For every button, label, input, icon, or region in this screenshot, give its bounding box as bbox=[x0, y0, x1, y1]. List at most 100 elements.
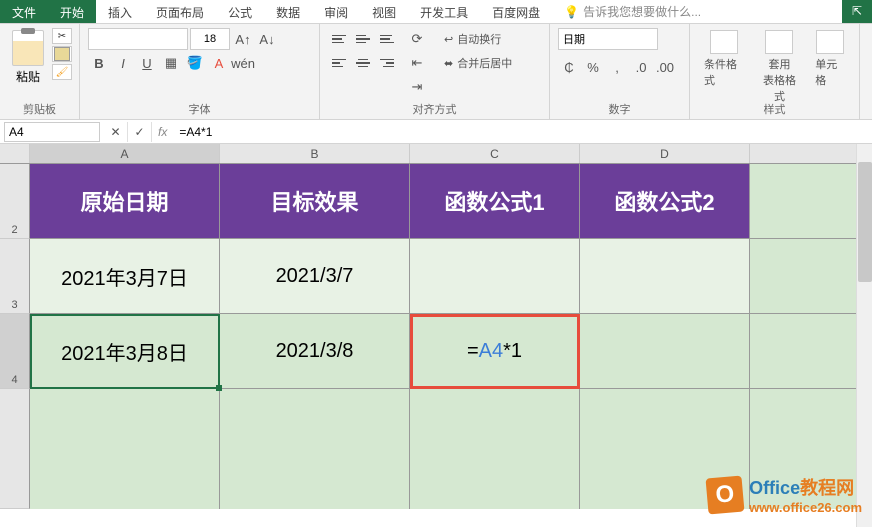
name-box[interactable] bbox=[4, 122, 100, 142]
scroll-thumb[interactable] bbox=[858, 162, 872, 282]
copy-icon bbox=[54, 47, 70, 61]
watermark-url: www.office26.com bbox=[749, 500, 862, 515]
cell-d2[interactable]: 函数公式2 bbox=[580, 164, 750, 239]
align-center-button[interactable] bbox=[352, 52, 374, 74]
table-format-button[interactable]: 套用 表格格式 bbox=[754, 28, 806, 106]
increase-decimal-button[interactable]: .0 bbox=[630, 56, 652, 78]
align-right-button[interactable] bbox=[376, 52, 398, 74]
cell-styles-button[interactable]: 单元格 bbox=[809, 28, 851, 90]
font-size-select[interactable] bbox=[190, 28, 230, 50]
cell-e2[interactable] bbox=[750, 164, 872, 239]
row-header-2[interactable]: 2 bbox=[0, 164, 30, 239]
tab-formulas[interactable]: 公式 bbox=[216, 0, 264, 23]
align-top-button[interactable] bbox=[328, 28, 350, 50]
italic-button[interactable]: I bbox=[112, 52, 134, 74]
row-header-5[interactable] bbox=[0, 389, 30, 509]
cell-c3[interactable] bbox=[410, 239, 580, 314]
font-family-select[interactable] bbox=[88, 28, 188, 50]
percent-button[interactable]: % bbox=[582, 56, 604, 78]
tab-home[interactable]: 开始 bbox=[48, 0, 96, 23]
col-header-b[interactable]: B bbox=[220, 144, 410, 163]
wrap-label: 自动换行 bbox=[457, 31, 501, 47]
increase-indent-button[interactable]: ⇥ bbox=[406, 76, 428, 98]
share-button[interactable]: ⇱ bbox=[842, 0, 872, 23]
wrap-icon: ↩ bbox=[444, 33, 453, 46]
col-header-e[interactable] bbox=[750, 144, 872, 163]
paste-label: 粘贴 bbox=[16, 68, 40, 85]
align-middle-button[interactable] bbox=[352, 28, 374, 50]
decrease-decimal-button[interactable]: .00 bbox=[654, 56, 676, 78]
cell-b5[interactable] bbox=[220, 389, 410, 509]
currency-button[interactable]: ₵ bbox=[558, 56, 580, 78]
cell-e4[interactable] bbox=[750, 314, 872, 389]
cell-a3[interactable]: 2021年3月7日 bbox=[30, 239, 220, 314]
tell-me-text: 告诉我您想要做什么... bbox=[583, 3, 701, 20]
merge-center-button[interactable]: ⬌合并后居中 bbox=[438, 52, 518, 74]
col-header-d[interactable]: D bbox=[580, 144, 750, 163]
fx-icon[interactable]: fx bbox=[152, 125, 173, 139]
watermark-title-en: Office bbox=[749, 478, 800, 498]
vertical-scrollbar[interactable] bbox=[856, 144, 872, 527]
cond-format-label: 条件格式 bbox=[704, 56, 744, 88]
cancel-formula-button[interactable]: ✕ bbox=[104, 122, 128, 142]
col-header-a[interactable]: A bbox=[30, 144, 220, 163]
select-all-corner[interactable] bbox=[0, 144, 30, 163]
format-painter-button[interactable]: 🖌 bbox=[52, 64, 72, 80]
underline-button[interactable]: U bbox=[136, 52, 158, 74]
cut-button[interactable]: ✂ bbox=[52, 28, 72, 44]
decrease-font-button[interactable]: A↓ bbox=[256, 28, 278, 50]
cell-a5[interactable] bbox=[30, 389, 220, 509]
tab-file[interactable]: 文件 bbox=[0, 0, 48, 23]
tab-review[interactable]: 审阅 bbox=[312, 0, 360, 23]
formula-ref: A4 bbox=[479, 340, 503, 363]
fill-color-button[interactable]: 🪣 bbox=[184, 52, 206, 74]
tab-data[interactable]: 数据 bbox=[264, 0, 312, 23]
copy-button[interactable] bbox=[52, 46, 72, 62]
decrease-indent-button[interactable]: ⇤ bbox=[406, 52, 428, 74]
accept-formula-button[interactable]: ✓ bbox=[128, 122, 152, 142]
comma-button[interactable]: , bbox=[606, 56, 628, 78]
cell-b2[interactable]: 目标效果 bbox=[220, 164, 410, 239]
phonetic-button[interactable]: wén bbox=[232, 52, 254, 74]
cell-c5[interactable] bbox=[410, 389, 580, 509]
increase-font-button[interactable]: A↑ bbox=[232, 28, 254, 50]
cell-c2[interactable]: 函数公式1 bbox=[410, 164, 580, 239]
tab-dev[interactable]: 开发工具 bbox=[408, 0, 480, 23]
conditional-format-button[interactable]: 条件格式 bbox=[698, 28, 750, 90]
table-format-icon bbox=[765, 30, 793, 54]
col-header-c[interactable]: C bbox=[410, 144, 580, 163]
font-color-button[interactable]: A bbox=[208, 52, 230, 74]
tab-view[interactable]: 视图 bbox=[360, 0, 408, 23]
clipboard-icon bbox=[12, 30, 44, 66]
tell-me[interactable]: 💡 告诉我您想要做什么... bbox=[552, 0, 713, 23]
row-header-3[interactable]: 3 bbox=[0, 239, 30, 314]
cell-styles-label: 单元格 bbox=[815, 56, 845, 88]
cell-d3[interactable] bbox=[580, 239, 750, 314]
row-header-4[interactable]: 4 bbox=[0, 314, 30, 389]
border-button[interactable]: ▦ bbox=[160, 52, 182, 74]
formula-input[interactable] bbox=[173, 122, 872, 142]
cell-b3[interactable]: 2021/3/7 bbox=[220, 239, 410, 314]
tab-baidu[interactable]: 百度网盘 bbox=[480, 0, 552, 23]
align-bottom-button[interactable] bbox=[376, 28, 398, 50]
wrap-text-button[interactable]: ↩ 自动换行 bbox=[438, 28, 518, 50]
tab-layout[interactable]: 页面布局 bbox=[144, 0, 216, 23]
paste-button[interactable]: 粘贴 bbox=[8, 28, 48, 87]
align-left-button[interactable] bbox=[328, 52, 350, 74]
watermark-title: Office教程网 bbox=[749, 474, 862, 500]
cell-c4[interactable]: =A4*1 bbox=[410, 314, 580, 389]
cell-a2[interactable]: 原始日期 bbox=[30, 164, 220, 239]
cell-a4[interactable]: 2021年3月8日 bbox=[30, 314, 220, 389]
cell-e3[interactable] bbox=[750, 239, 872, 314]
cell-d4[interactable] bbox=[580, 314, 750, 389]
formula-suffix: *1 bbox=[503, 340, 522, 363]
orientation-button[interactable]: ⟳ bbox=[406, 28, 428, 50]
cond-format-icon bbox=[710, 30, 738, 54]
cell-b4[interactable]: 2021/3/8 bbox=[220, 314, 410, 389]
align-group-label: 对齐方式 bbox=[320, 101, 549, 117]
number-group-label: 数字 bbox=[550, 101, 689, 117]
watermark-icon: O bbox=[706, 475, 745, 514]
tab-insert[interactable]: 插入 bbox=[96, 0, 144, 23]
bold-button[interactable]: B bbox=[88, 52, 110, 74]
number-format-select[interactable] bbox=[558, 28, 658, 50]
